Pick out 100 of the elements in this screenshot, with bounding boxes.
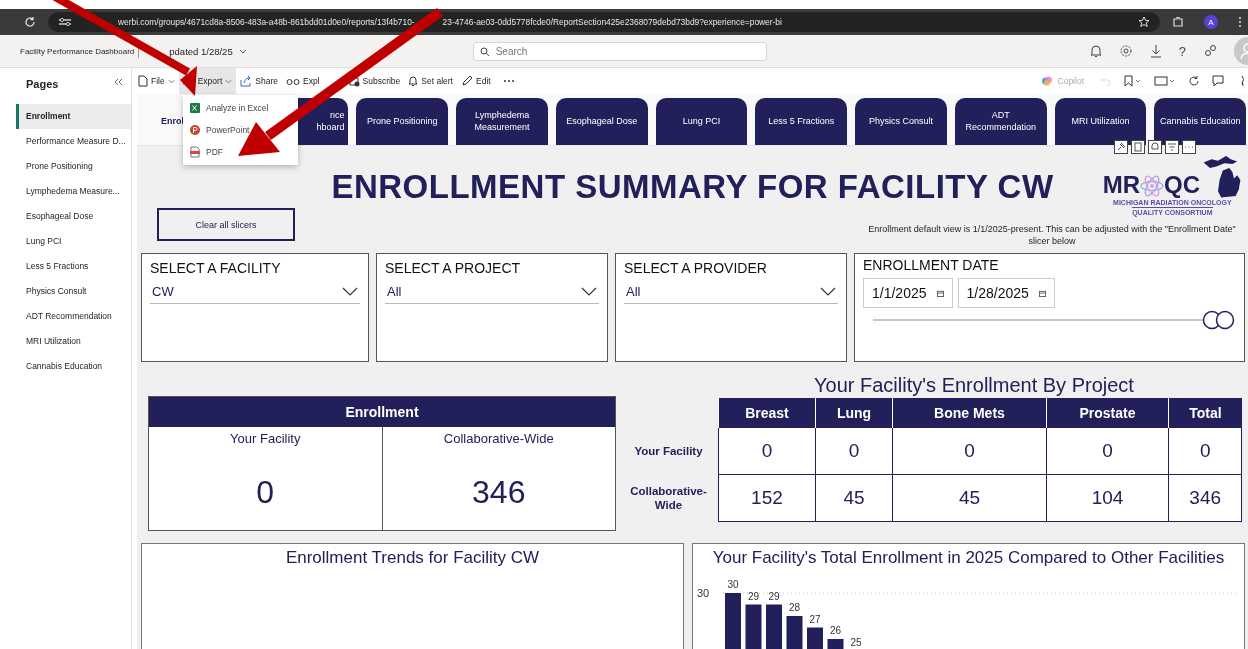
bookmark-star-icon[interactable] [1138, 16, 1150, 28]
page-tab[interactable]: Physics Consult [855, 98, 947, 145]
page-item[interactable]: Less 5 Fractions [16, 254, 131, 279]
axis-tick: 30 [697, 587, 710, 599]
presentation-icon [189, 124, 201, 136]
start-date-field[interactable]: 1/1/2025 [863, 278, 953, 308]
end-date-field[interactable]: 1/28/2025 [957, 278, 1055, 308]
more-options-icon[interactable] [1182, 140, 1196, 154]
page-item[interactable]: MRI Utilization [16, 329, 131, 354]
bar [807, 627, 823, 649]
column-header: Total [1168, 398, 1242, 428]
binoculars-icon [285, 76, 300, 86]
page-item[interactable]: Esophageal Dose [16, 204, 131, 229]
view-icon[interactable] [1154, 75, 1176, 87]
collapse-icon[interactable] [113, 78, 123, 86]
bookmark-icon[interactable] [1124, 75, 1142, 87]
data-label: 25 [850, 636, 862, 648]
page-item[interactable]: Cannabis Education [16, 354, 131, 379]
column-header: Prostate [1046, 398, 1169, 428]
chevron-down-icon [342, 287, 358, 296]
chevron-down-icon [238, 48, 247, 54]
page-tab[interactable]: Prone Positioning [356, 98, 449, 145]
page-item[interactable]: Performance Measure D... [16, 129, 131, 154]
report-title[interactable]: Facility Performance Dashboard [20, 46, 135, 56]
toolbar-button[interactable]: File [134, 68, 179, 94]
site-info-icon[interactable] [58, 17, 72, 27]
spreadsheet-icon [189, 102, 201, 114]
table-cell: 0 [1168, 427, 1242, 475]
slicer-dropdown[interactable]: All [385, 280, 599, 304]
chart-title: Your Facility's Total Enrollment in 2025 Compared to Other Facilities [711, 547, 1226, 568]
page-tab[interactable]: Lung PCI [655, 98, 748, 145]
page-item[interactable]: Lymphedema Measure... [16, 179, 131, 204]
logo-text: MR [1102, 172, 1140, 198]
people-icon[interactable] [1203, 44, 1217, 58]
address-bar[interactable]: werbi.com/groups/4671cd8a-8506-483a-a48b-861bdd01d0e0/reports/13f4b710- 23-4746-ae03-0dd5778fcde0/ReportSection425e2368079debd73bd9?experience=power-bi [48, 12, 1160, 32]
slicer-dropdown[interactable]: All [624, 280, 838, 304]
mail-icon [347, 75, 360, 87]
clear-slicers-button[interactable]: Clear all slicers [157, 208, 295, 241]
toolbar-button[interactable]: Set alert [404, 68, 457, 94]
pin-icon[interactable] [1114, 140, 1128, 154]
reload-icon[interactable] [24, 16, 36, 28]
page-tab[interactable]: Lymphedema Measurement [456, 98, 548, 145]
table-cell: 45 [892, 474, 1047, 522]
column-label: Your Facility [230, 431, 301, 446]
chevron-down-icon [820, 287, 836, 296]
more-icon[interactable] [502, 79, 515, 83]
date-note: Enrollment default view is 1/1/2025-present. This can be adjusted with the "Enrollment Date" slicer below [867, 224, 1237, 248]
page-tab[interactable]: Cannabis Education [1154, 98, 1247, 145]
download-icon[interactable] [1149, 44, 1162, 58]
search-field[interactable]: Search [472, 41, 767, 61]
row-header: Collaborative-Wide [619, 474, 719, 522]
table-cell: 0 [1046, 427, 1169, 475]
toolbar-button[interactable]: Share [236, 68, 282, 94]
share-icon [240, 75, 253, 87]
document-icon [138, 75, 148, 87]
menu-item[interactable]: PDF [183, 141, 298, 163]
table-cell: 0 [718, 427, 816, 475]
updated-date[interactable]: pdated 1/28/25 [169, 45, 247, 57]
enrollment-header: Enrollment [149, 397, 615, 427]
extensions-icon[interactable] [1172, 16, 1184, 28]
bell-icon [408, 75, 419, 87]
table-cell: 104 [1046, 474, 1169, 522]
data-label: 27 [809, 613, 821, 625]
notification-bell-icon[interactable] [1089, 44, 1102, 58]
bell-icon[interactable] [1148, 140, 1162, 154]
settings-icon[interactable] [1118, 44, 1133, 58]
page-item[interactable]: Prone Positioning [16, 154, 131, 179]
slicer-title: SELECT A FACILITY [150, 260, 282, 276]
column-header: Bone Mets [892, 398, 1047, 428]
pdf-file-icon [189, 146, 201, 158]
refresh-icon[interactable] [1188, 75, 1200, 87]
page-tab[interactable]: Esophageal Dose [555, 98, 648, 145]
comment-icon[interactable] [1212, 75, 1224, 87]
filter-icon[interactable] [1165, 140, 1179, 154]
page-tab[interactable]: ADT Recommendation [954, 98, 1047, 145]
toolbar-button[interactable]: Expl [281, 68, 344, 94]
page-item[interactable]: Physics Consult [16, 279, 131, 304]
row-header: Your Facility [619, 427, 719, 475]
help-button[interactable]: ? [1178, 43, 1186, 59]
page-item[interactable]: Enrollment [16, 104, 131, 129]
table-cell: 346 [1168, 474, 1242, 522]
page-item[interactable]: ADT Recommendation [16, 304, 131, 329]
table-cell: 0 [815, 427, 893, 475]
range-handles[interactable] [1202, 310, 1236, 330]
menu-item[interactable]: Analyze in Excel [183, 97, 298, 119]
toolbar-button[interactable]: Subscribe [343, 68, 405, 94]
slicer-dropdown[interactable]: CW [150, 280, 360, 304]
toolbar-button[interactable]: Edit [457, 68, 495, 94]
page-tab[interactable]: MRI Utilization [1054, 98, 1147, 145]
enrollment-count: 346 [472, 474, 526, 511]
bar [827, 639, 844, 649]
table-cell: 45 [815, 474, 893, 522]
profile-avatar[interactable]: A [1204, 15, 1218, 29]
page-item[interactable]: Lung PCI [16, 229, 131, 254]
menu-item[interactable]: PowerPoint [183, 119, 298, 141]
copy-icon[interactable] [1131, 140, 1145, 154]
data-label: 30 [727, 579, 739, 590]
calendar-icon [1038, 289, 1046, 297]
page-tab[interactable]: Less 5 Fractions [755, 98, 848, 145]
more-icon[interactable] [1238, 16, 1242, 28]
